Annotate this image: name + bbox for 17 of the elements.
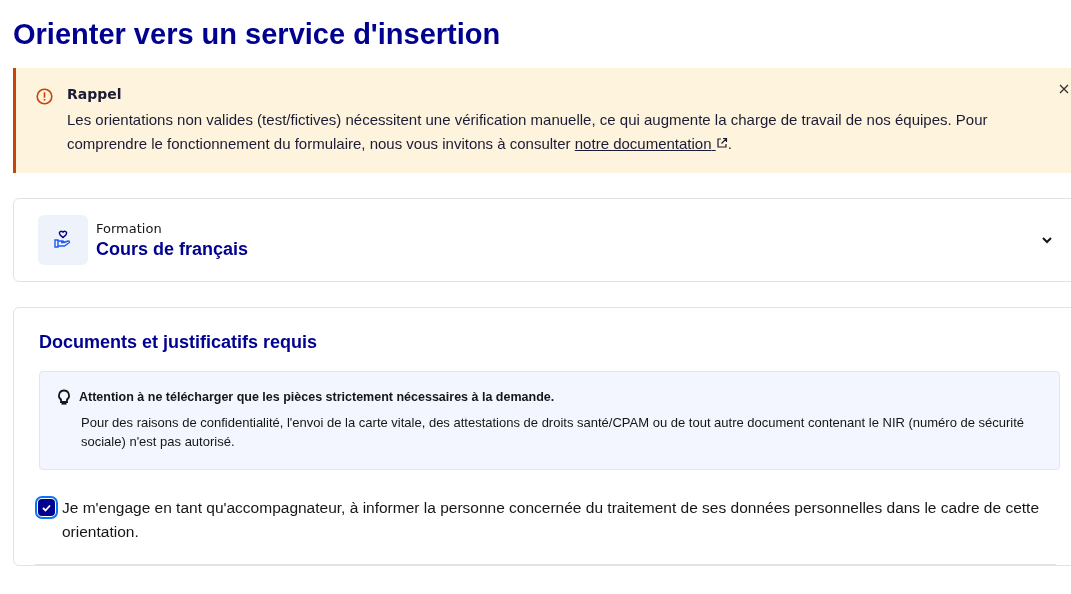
close-button[interactable]	[1057, 82, 1071, 96]
checkmark-icon	[42, 503, 51, 512]
alert-title: Rappel	[67, 86, 122, 102]
alert-text: Les orientations non valides (test/fictives) nécessitent une vérification manuelle, ce qui augmente la charge de travail de nos équipes. Pour comprendre le fonctionnement du formulaire, nous vous invitons à consulter notre documentation .	[67, 110, 989, 154]
page-title: Orienter vers un service d'insertion	[13, 17, 501, 52]
chevron-icon[interactable]	[1041, 236, 1053, 244]
notice-title: Attention à ne télécharger que les pièces strictement nécessaires à la demande.	[79, 390, 555, 404]
consent-checkbox[interactable]	[38, 499, 55, 516]
consent-label: Je m'engage en tant qu'accompagnateur, à informer la personne concernée du traitement de ses données personnelles dans le cadre de cette orientation.	[62, 498, 1041, 542]
lightbulb-icon	[57, 389, 71, 405]
external-link-icon	[715, 137, 728, 149]
documentation-link[interactable]: notre documentation	[574, 135, 728, 152]
service-category: Formation	[96, 220, 162, 236]
service-name: Cours de français	[96, 238, 249, 260]
warning-icon	[36, 88, 53, 105]
section-title: Documents et justificatifs requis	[39, 332, 318, 353]
notice-text: Pour des raisons de confidentialité, l'envoi de la carte vitale, des attestations de droits santé/CPAM ou de tout autre document contenant le NIR (numéro de sécurité sociale) n'est pas autorisé.	[81, 414, 1026, 451]
